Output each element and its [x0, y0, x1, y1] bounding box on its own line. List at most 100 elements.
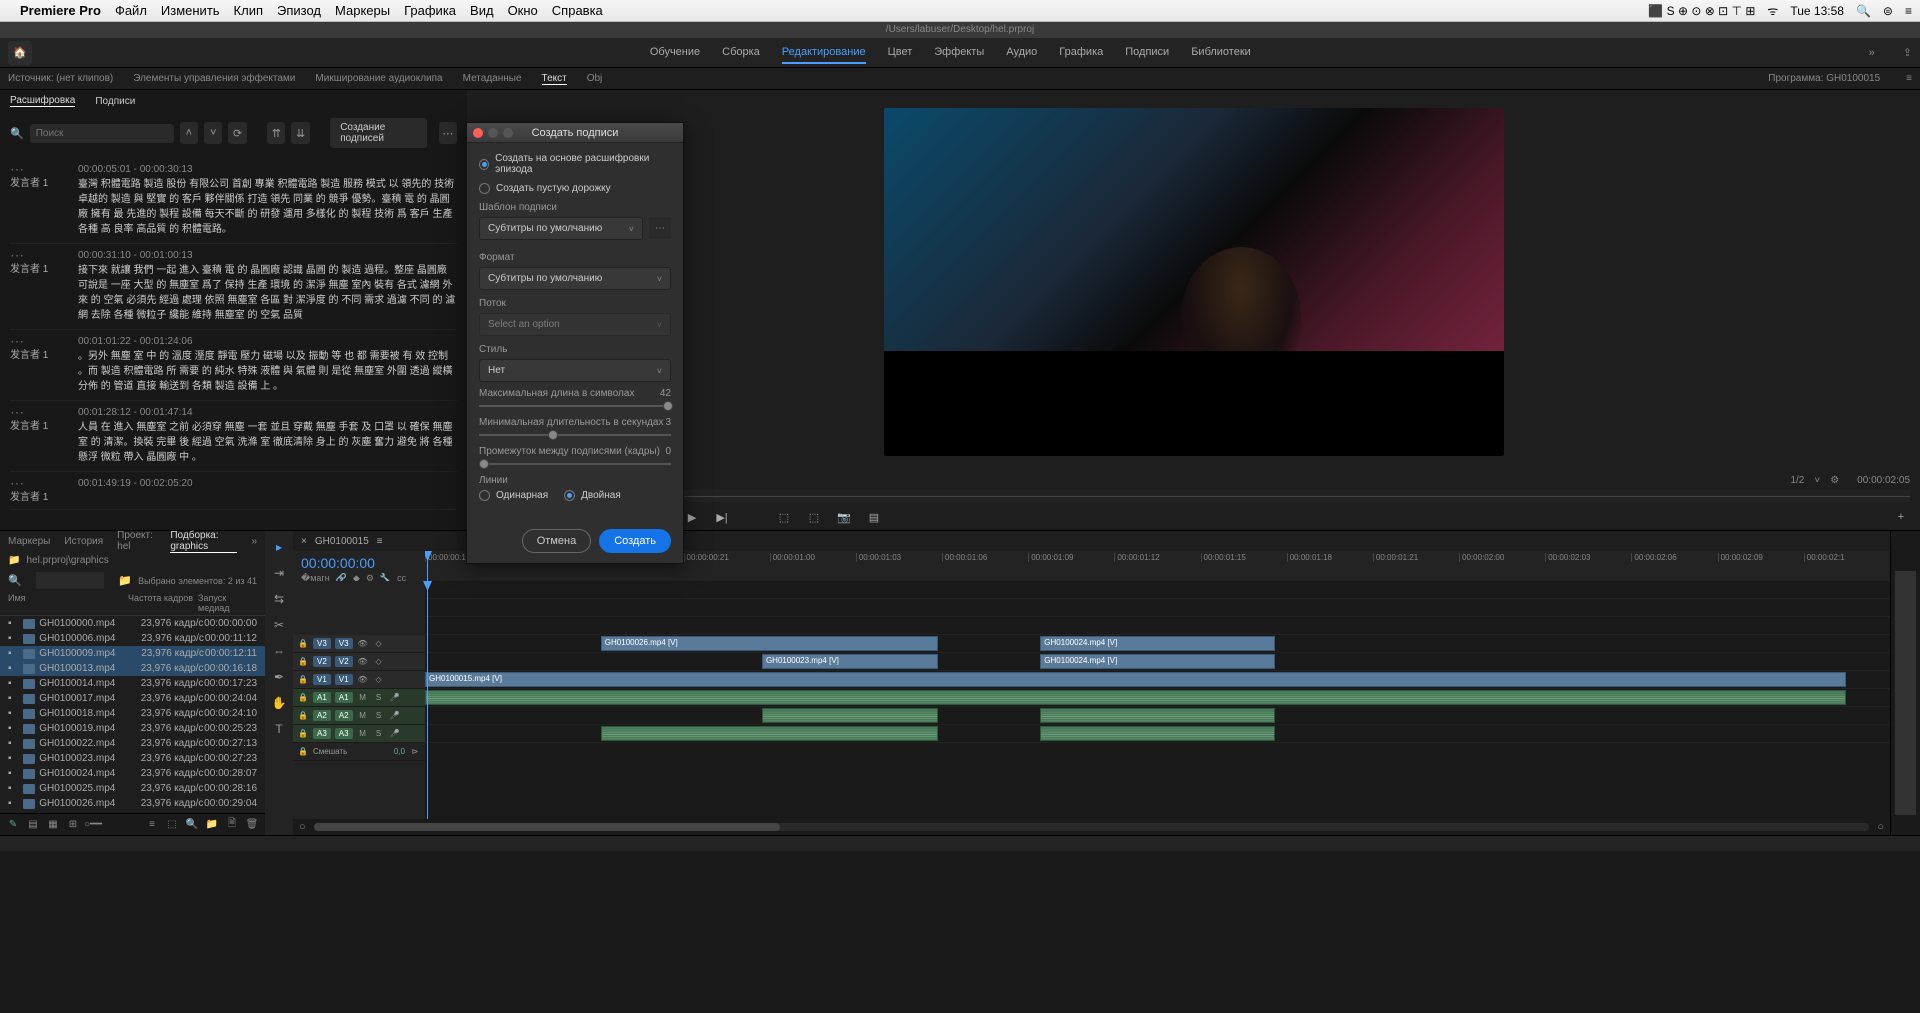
tab-bin[interactable]: Подборка: graphics [170, 530, 237, 553]
tab-transcript[interactable]: Расшифровка [10, 95, 75, 107]
tab-effect-controls[interactable]: Элементы управления эффектами [133, 73, 295, 84]
control-center-icon[interactable]: ⊜ [1883, 4, 1893, 18]
program-viewer[interactable] [884, 108, 1504, 456]
tab-markers[interactable]: Маркеры [8, 536, 50, 547]
workspace-tab-6[interactable]: Графика [1059, 42, 1103, 64]
drag-handle-icon[interactable]: ⋯ [10, 250, 70, 260]
ripple-tool[interactable]: ⇆ [269, 589, 289, 609]
pencil-icon[interactable]: ✎ [6, 818, 20, 832]
timeline-timecode[interactable]: 00:00:00:00 [301, 555, 417, 571]
drag-handle-icon[interactable]: ⋯ [10, 407, 70, 417]
app-name[interactable]: Premiere Pro [20, 3, 101, 18]
more-options-button[interactable]: ⋯ [439, 122, 457, 144]
radio-from-transcript[interactable] [479, 159, 489, 170]
transcript-text[interactable]: 臺灣 积體電路 製造 股份 有限公司 首創 專業 积體電路 製造 服務 模式 以… [78, 177, 457, 237]
clip-row[interactable]: ▪GH0100017.mp423,976 кадр/с00:00:24:04 [0, 691, 265, 706]
menu-markers[interactable]: Маркеры [335, 3, 390, 18]
drag-handle-icon[interactable]: ⋯ [10, 478, 70, 488]
drag-handle-icon[interactable]: ⋯ [10, 336, 70, 346]
video-track-header[interactable]: 🔒V2V2👁◇ [293, 653, 425, 671]
clip-row[interactable]: ▪GH0100013.mp423,976 кадр/с00:00:16:18 [0, 661, 265, 676]
mix-row[interactable]: 🔒Смешать0,0⊳ [293, 743, 425, 761]
transcript-item[interactable]: ⋯发言者 1 00:01:49:19 - 00:02:05:20 [10, 472, 457, 510]
timeline-clip[interactable]: GH0100023.mp4 [V] [762, 654, 938, 669]
timeline-clip[interactable]: GH0100024.mp4 [V] [1040, 636, 1274, 651]
video-track-lane[interactable]: GH0100015.mp4 [V] [425, 671, 1890, 689]
tab-obj[interactable]: Obj [587, 73, 603, 84]
workspace-tab-2[interactable]: Редактирование [782, 42, 866, 64]
audio-track-lane[interactable] [425, 707, 1890, 725]
zoom-out-icon[interactable]: ○ [299, 821, 306, 833]
search-icon[interactable]: 🔍 [1856, 4, 1871, 18]
transcript-text[interactable]: 人員 在 進入 無塵室 之前 必須穿 無塵 一套 並且 穿戴 無塵 手套 及 口… [78, 420, 457, 465]
col-start[interactable]: Запуск медиад [198, 593, 257, 613]
transcript-item[interactable]: ⋯发言者 1 00:00:05:01 - 00:00:30:13臺灣 积體電路 … [10, 158, 457, 244]
timeline-clip[interactable]: GH0100026.mp4 [V] [601, 636, 938, 651]
playhead[interactable] [427, 551, 428, 581]
program-ruler[interactable] [477, 490, 1910, 502]
video-track-header[interactable]: 🔒V3V3👁◇ [293, 635, 425, 653]
pen-tool[interactable]: ✒ [269, 667, 289, 687]
clip-row[interactable]: ▪GH0100009.mp423,976 кадр/с00:00:12:11 [0, 646, 265, 661]
workspace-tab-3[interactable]: Цвет [888, 42, 913, 64]
timeline-clip[interactable]: GH0100015.mp4 [V] [425, 672, 1846, 687]
goto-out-button[interactable]: ▶| [713, 508, 731, 526]
split-button[interactable]: ⇊ [291, 122, 309, 144]
tab-text[interactable]: Текст [542, 73, 567, 85]
share-icon[interactable]: ⇪ [1903, 46, 1912, 59]
refresh-button[interactable]: ⟳ [228, 122, 246, 144]
workspace-tab-1[interactable]: Сборка [722, 42, 760, 64]
clip-row[interactable]: ▪GH0100019.mp423,976 кадр/с00:00:25:23 [0, 721, 265, 736]
workspace-tab-5[interactable]: Аудио [1006, 42, 1037, 64]
new-bin-icon[interactable]: 📁 [205, 818, 219, 832]
sequence-name[interactable]: GH0100015 [315, 536, 369, 547]
status-icons[interactable]: ⬛ S ⊕ ⊙ ⊗ ⊡ ⊤ ⊞ [1648, 4, 1755, 18]
create-button[interactable]: Создать [599, 529, 671, 553]
audio-track-lane[interactable] [425, 725, 1890, 743]
tab-source[interactable]: Источник: (нет клипов) [8, 73, 113, 84]
menu-clip[interactable]: Клип [234, 3, 263, 18]
radio-double-line[interactable] [564, 490, 575, 501]
workspace-tab-4[interactable]: Эффекты [934, 42, 984, 64]
clip-row[interactable]: ▪GH0100000.mp423,976 кадр/с00:00:00:00 [0, 616, 265, 631]
close-sequence-icon[interactable]: × [301, 536, 307, 547]
program-menu-icon[interactable]: ≡ [1906, 73, 1912, 84]
step-fwd-button[interactable]: ▶ [683, 508, 701, 526]
tab-history[interactable]: История [64, 536, 103, 547]
close-icon[interactable] [473, 128, 483, 138]
create-captions-button[interactable]: Создание подписей [330, 118, 426, 148]
drag-handle-icon[interactable]: ⋯ [10, 164, 70, 174]
radio-empty-track[interactable] [479, 183, 490, 194]
video-track-lane[interactable]: GH0100026.mp4 [V] GH0100024.mp4 [V] [425, 635, 1890, 653]
freeform-view-icon[interactable]: ⊞ [66, 818, 80, 832]
transcript-item[interactable]: ⋯发言者 1 00:01:01:22 - 00:01:24:06。另外 無塵 室… [10, 330, 457, 401]
bin-search-input[interactable] [36, 572, 105, 589]
automate-icon[interactable]: ⬚ [165, 818, 179, 832]
zoom-slider[interactable]: ○━━ [86, 818, 100, 832]
hand-tool[interactable]: ✋ [269, 693, 289, 713]
audio-track-header[interactable]: 🔒A3A3MS🎤 [293, 725, 425, 743]
clip-row[interactable]: ▪GH0100018.mp423,976 кадр/с00:00:24:10 [0, 706, 265, 721]
new-bin-icon[interactable]: 📁 [118, 574, 132, 587]
selection-tool[interactable]: ▸ [269, 537, 289, 557]
workspace-tab-8[interactable]: Библиотеки [1191, 42, 1251, 64]
video-track-lane[interactable]: GH0100023.mp4 [V]GH0100024.mp4 [V] [425, 653, 1890, 671]
timeline-clip[interactable] [601, 726, 938, 741]
slip-tool[interactable]: ⇔ [269, 641, 289, 661]
type-tool[interactable]: T [269, 719, 289, 739]
maxlen-slider[interactable] [479, 405, 671, 407]
icon-view-icon[interactable]: ▦ [46, 818, 60, 832]
zoom-in-icon[interactable]: ○ [1877, 821, 1884, 833]
mindur-slider[interactable] [479, 434, 671, 436]
timeline-clip[interactable] [762, 708, 938, 723]
merge-button[interactable]: ⇈ [267, 122, 285, 144]
export-frame-button[interactable]: 📷 [835, 508, 853, 526]
stream-select[interactable]: Select an option˅ [479, 313, 671, 336]
razor-tool[interactable]: ✂ [269, 615, 289, 635]
menu-view[interactable]: Вид [470, 3, 494, 18]
track-select-tool[interactable]: ⇥ [269, 563, 289, 583]
sort-icon[interactable]: ≡ [145, 818, 159, 832]
menu-graphics[interactable]: Графика [404, 3, 456, 18]
search-input[interactable] [30, 124, 174, 143]
timeline-clip[interactable] [425, 690, 1846, 705]
